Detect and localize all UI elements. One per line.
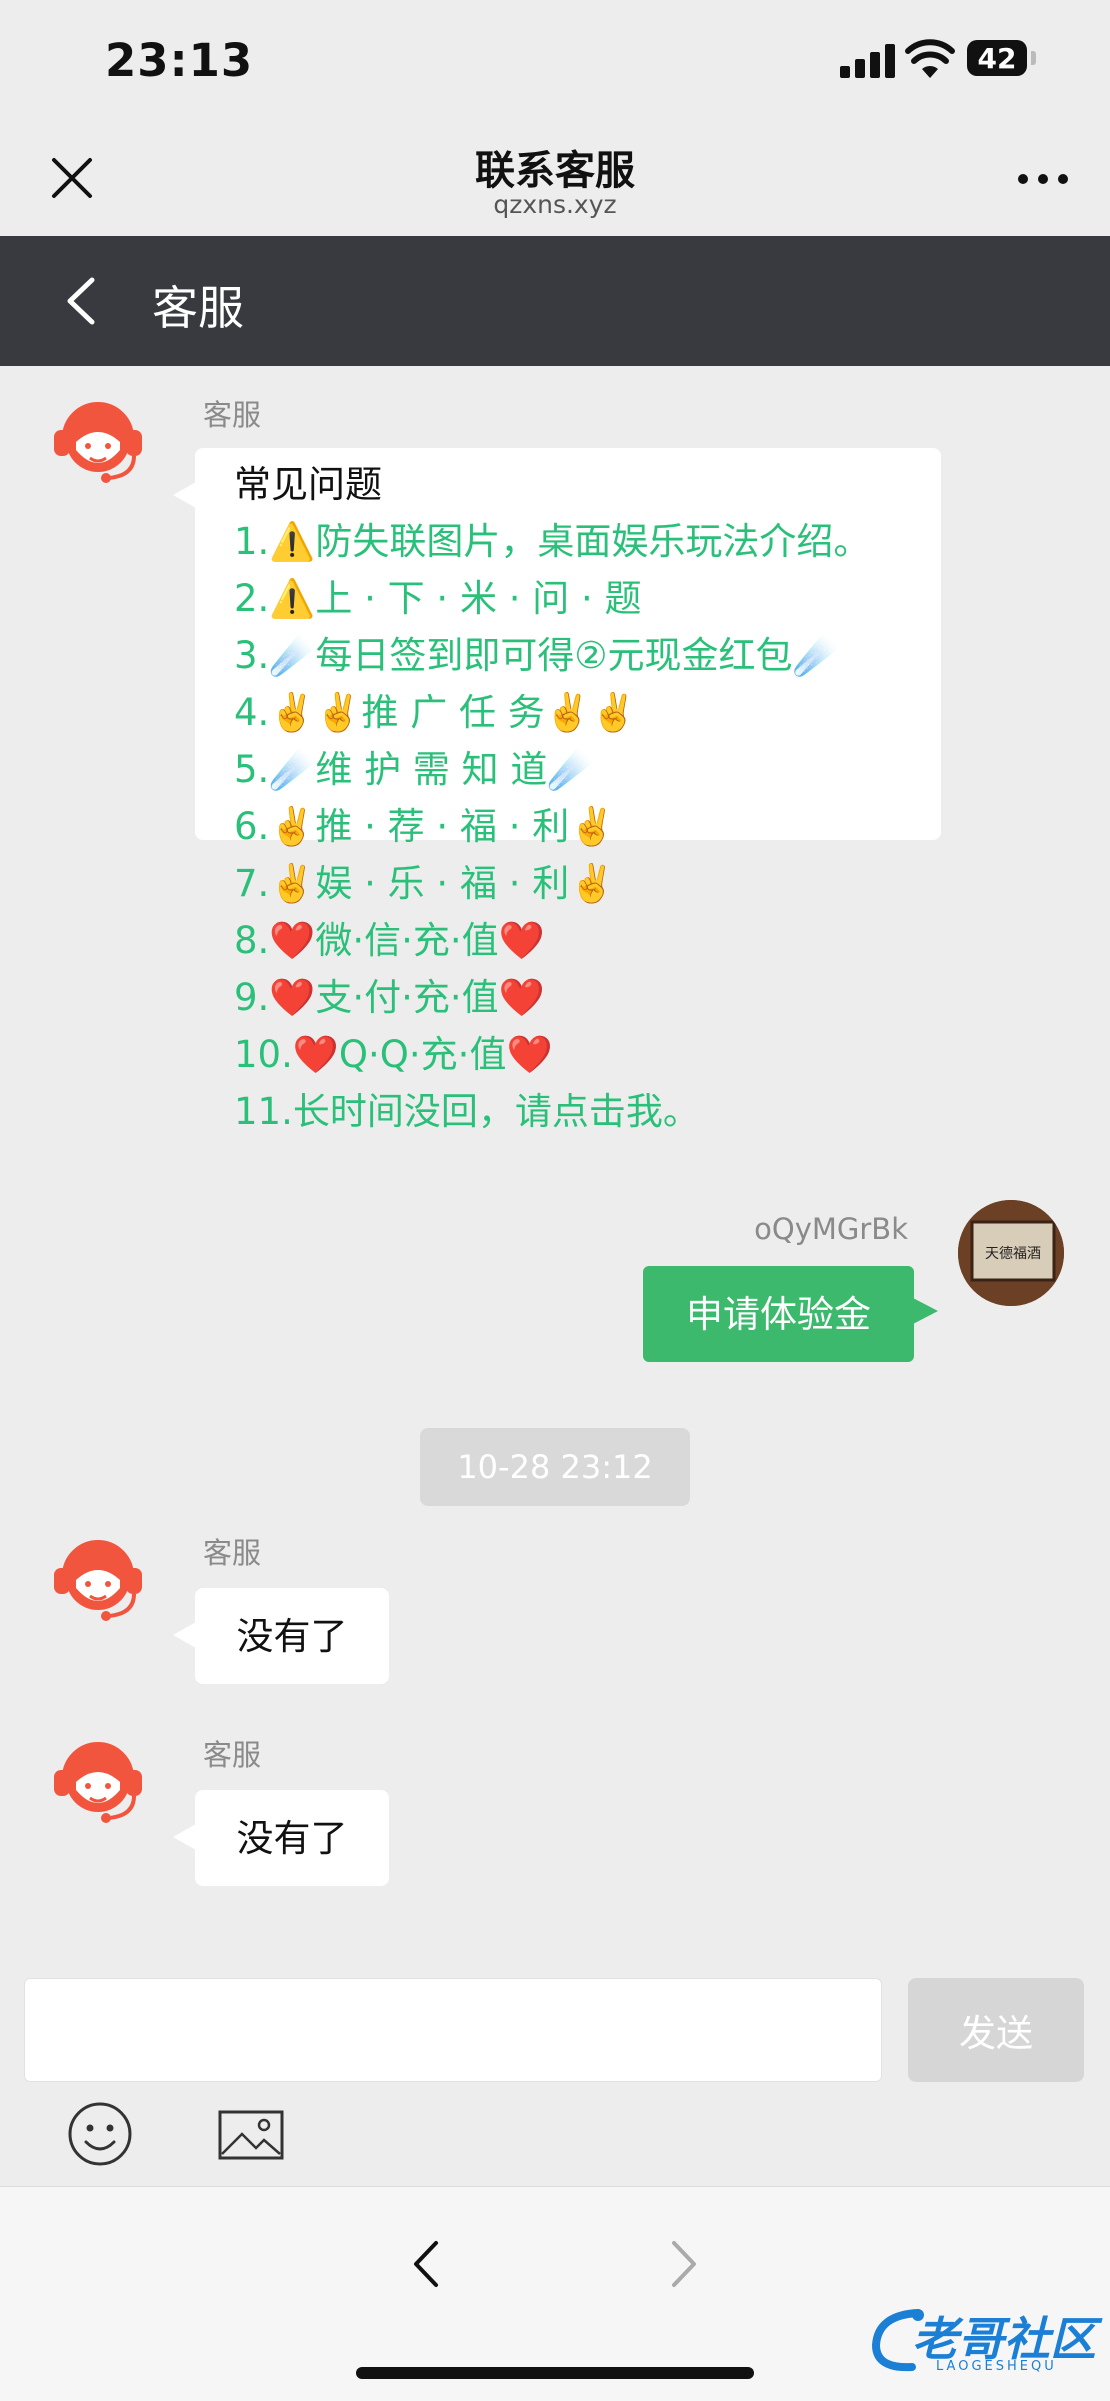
user-avatar-image: 天德福酒	[958, 1200, 1064, 1306]
web-title: 联系客服	[475, 148, 635, 194]
agent-avatar[interactable]	[46, 1726, 150, 1830]
agent-avatar[interactable]	[46, 1524, 150, 1628]
svg-text:天德福酒: 天德福酒	[985, 1246, 1041, 1262]
web-domain: qzxns.xyz	[493, 190, 617, 219]
faq-item[interactable]: 3.☄️每日签到即可得②元现金红包☄️	[234, 627, 941, 684]
agent-message-bubble: 没有了	[173, 1790, 389, 1886]
send-button[interactable]: 发送	[908, 1978, 1084, 2082]
battery-tip	[1031, 51, 1036, 65]
back-icon[interactable]	[56, 274, 110, 328]
browser-toolbar: 老哥社区 LAOGESHEQU	[0, 2186, 1110, 2401]
message-input[interactable]	[24, 1978, 882, 2082]
more-icon[interactable]	[1018, 172, 1068, 186]
faq-item[interactable]: 10.❤️Q·Q·充·值❤️	[234, 1026, 941, 1083]
nav-forward-icon[interactable]	[660, 2229, 710, 2299]
faq-item[interactable]: 8.❤️微·信·充·值❤️	[234, 912, 941, 969]
signal-icon	[840, 44, 896, 78]
nav-back-icon[interactable]	[400, 2229, 450, 2299]
web-header: 联系客服 qzxns.xyz	[0, 120, 1110, 236]
faq-item[interactable]: 5.☄️维 护 需 知 道☄️	[234, 741, 941, 798]
home-indicator[interactable]	[356, 2367, 754, 2379]
faq-item[interactable]: 1.⚠️防失联图片，桌面娱乐玩法介绍。	[234, 513, 941, 570]
sender-name: 客服	[203, 1738, 262, 1772]
watermark-logo: 老哥社区 LAOGESHEQU	[868, 2299, 1100, 2385]
faq-item[interactable]: 2.⚠️上 · 下 · 米 · 问 · 题	[234, 570, 941, 627]
faq-item[interactable]: 9.❤️支·付·充·值❤️	[234, 969, 941, 1026]
faq-item[interactable]: 11.长时间没回，请点击我。	[234, 1083, 941, 1140]
input-bar: 发送	[0, 1966, 1110, 2186]
emoji-icon[interactable]	[66, 2100, 134, 2168]
status-bar: 23:13 42	[0, 0, 1110, 120]
sender-name: 客服	[203, 1536, 262, 1570]
agent-message-bubble: 没有了	[173, 1588, 389, 1684]
watermark-sub: LAOGESHEQU	[936, 2359, 1057, 2374]
faq-title: 常见问题	[234, 463, 382, 506]
page-header: 客服	[0, 236, 1110, 366]
agent-avatar[interactable]	[46, 386, 150, 490]
chat-area[interactable]: 客服 常见问题 1.⚠️防失联图片，桌面娱乐玩法介绍。 2.⚠️上 · 下 · …	[0, 366, 1110, 1966]
faq-bubble: 常见问题 1.⚠️防失联图片，桌面娱乐玩法介绍。 2.⚠️上 · 下 · 米 ·…	[173, 448, 941, 1133]
faq-item[interactable]: 6.✌️推 · 荐 · 福 · 利✌️	[234, 798, 941, 855]
user-message-bubble: 申请体验金	[643, 1266, 938, 1362]
image-icon[interactable]	[218, 2110, 284, 2160]
status-time: 23:13	[105, 34, 254, 87]
wifi-icon	[905, 39, 955, 78]
timestamp: 10-28 23:12	[420, 1428, 690, 1506]
faq-item[interactable]: 7.✌️娱 · 乐 · 福 · 利✌️	[234, 855, 941, 912]
page-title: 客服	[152, 281, 244, 335]
battery-icon: 42	[967, 40, 1027, 76]
user-avatar[interactable]: 天德福酒	[958, 1200, 1064, 1306]
sender-name: 客服	[203, 398, 262, 432]
user-name: oQyMGrBk	[754, 1212, 908, 1246]
faq-item[interactable]: 4.✌️✌️推 广 任 务✌️✌️	[234, 684, 941, 741]
